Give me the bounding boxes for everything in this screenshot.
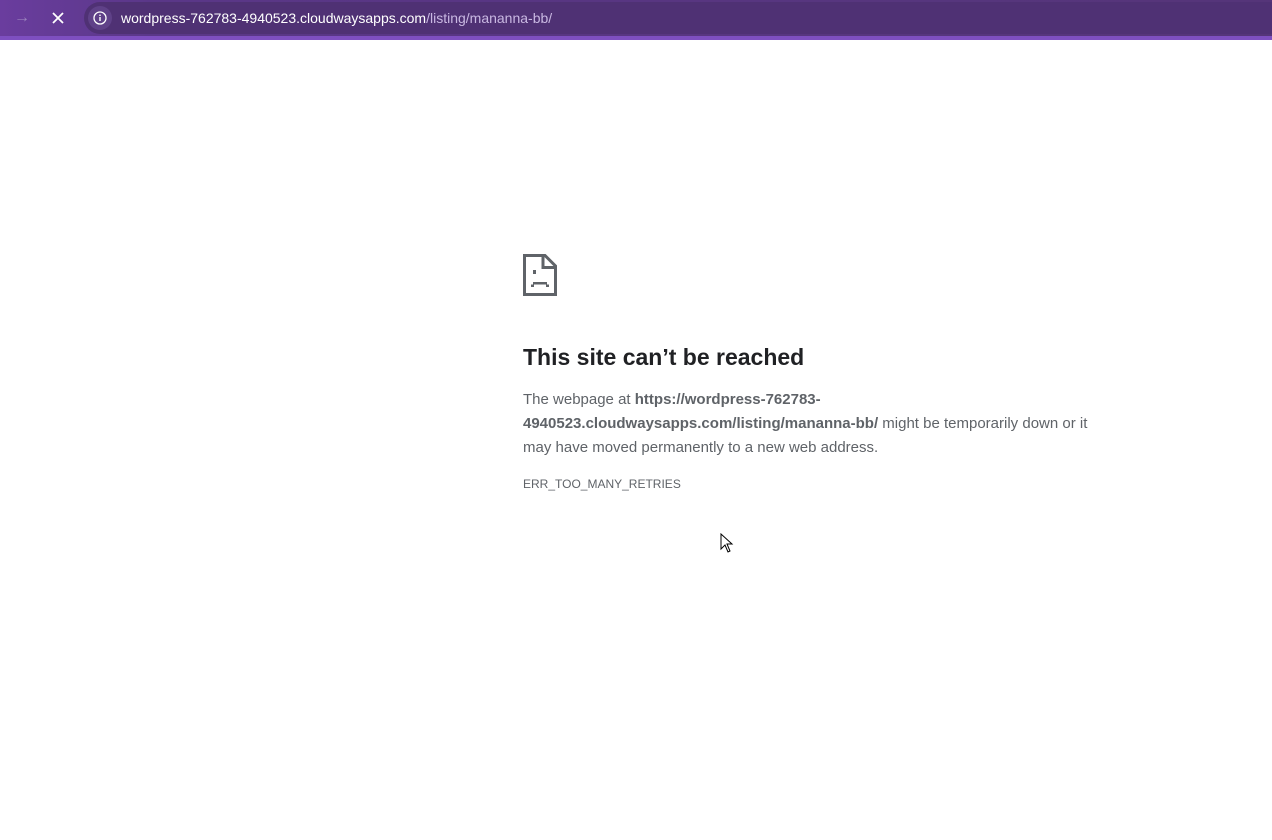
error-title: This site can’t be reached [523, 344, 805, 370]
arrow-right-icon: → [14, 9, 30, 26]
url-path: /listing/mananna-bb/ [426, 10, 553, 26]
close-icon [52, 12, 64, 24]
address-bar[interactable]: wordpress-762783-4940523.cloudwaysapps.c… [84, 2, 1272, 34]
loading-progress-bar [0, 36, 1272, 40]
site-info-button[interactable] [88, 6, 112, 30]
error-description: The webpage at https://wordpress-762783-… [523, 388, 1103, 460]
sad-page-icon [523, 254, 557, 296]
browser-toolbar: → wordpress-762783-4940523.cloudwaysapps… [0, 0, 1272, 36]
error-code: ERR_TOO_MANY_RETRIES [523, 477, 681, 491]
info-icon [93, 11, 107, 25]
url-host: wordpress-762783-4940523.cloudwaysapps.c… [121, 10, 427, 26]
stop-loading-button[interactable] [46, 6, 70, 30]
mouse-cursor-icon [720, 533, 734, 553]
forward-button[interactable]: → [10, 6, 34, 30]
description-prefix: The webpage at [523, 391, 635, 408]
url-text[interactable]: wordpress-762783-4940523.cloudwaysapps.c… [121, 10, 552, 26]
